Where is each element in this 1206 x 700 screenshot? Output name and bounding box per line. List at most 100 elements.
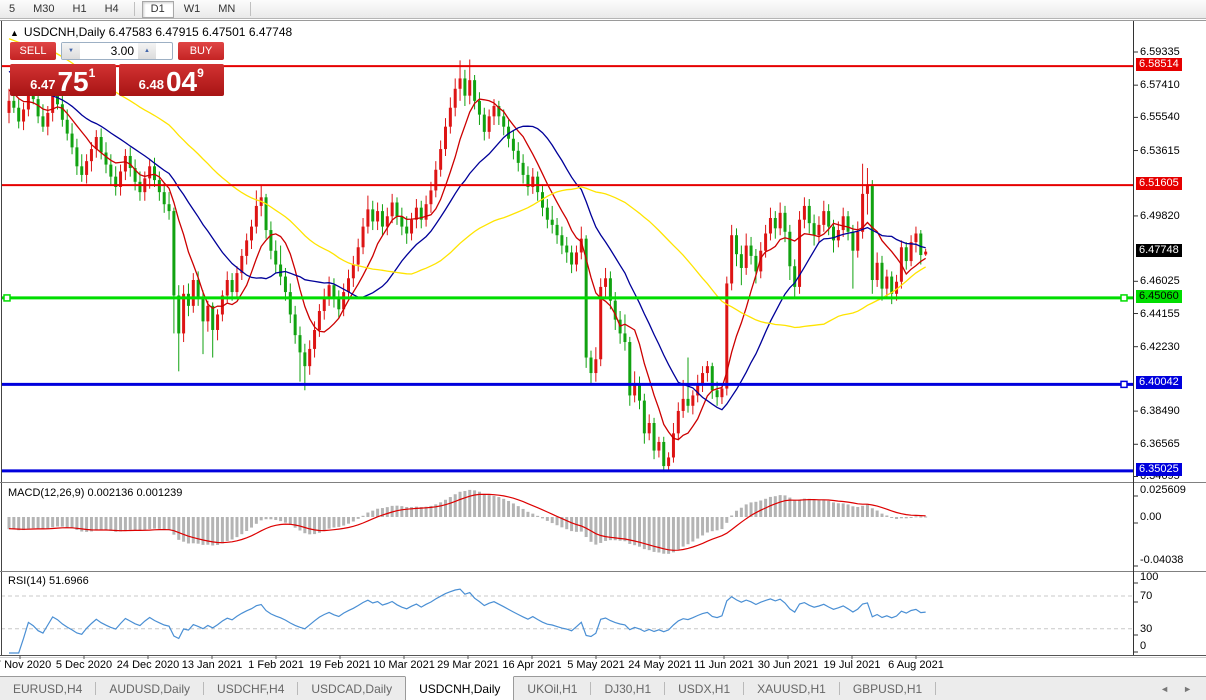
candle-body [172,211,175,295]
macd-histogram-bar [551,517,554,523]
candle-body [105,153,108,165]
candle-body [269,230,272,251]
volume-decrease-button[interactable]: ▼ [62,43,80,59]
macd-histogram-bar [541,517,544,518]
candle-body [847,216,850,232]
sell-button[interactable]: SELL [10,42,56,60]
tab-ukoil-h1[interactable]: UKOil,H1 [514,677,590,700]
tab-scroll-left-icon[interactable]: ◄ [1160,684,1169,694]
buy-button[interactable]: BUY [178,42,224,60]
macd-histogram-bar [255,517,258,524]
macd-histogram-bar [66,517,69,527]
candle-body [231,280,234,292]
macd-histogram-bar [871,508,874,517]
macd-histogram-bar [235,517,238,537]
tab-scroll-right-icon[interactable]: ► [1183,684,1192,694]
candle-body [12,101,15,108]
macd-histogram-bar [37,517,40,528]
volume-increase-button[interactable]: ▲ [138,43,156,59]
volume-input[interactable] [80,43,138,59]
macd-histogram-bar [357,517,360,519]
macd-histogram-bar [22,517,25,530]
macd-histogram-bar [619,517,622,541]
macd-signal-value: 0.001239 [136,487,182,499]
candle-body [124,156,127,172]
candle-body [493,106,496,116]
date-tick-label: 19 Feb 2021 [309,659,371,671]
macd-histogram-bar [134,517,137,530]
candle-body [813,223,816,235]
macd-histogram-bar [716,517,719,530]
macd-histogram-bar [813,500,816,517]
candle-body [628,342,631,395]
candle-body [653,423,656,451]
date-tick-label: 16 Apr 2021 [502,659,561,671]
tab-gbpusd-h1[interactable]: GBPUSD,H1 [840,677,935,700]
macd-axis-label: -0.04038 [1140,554,1183,566]
candle-body [17,108,20,122]
ohlc-low: 6.47501 [202,25,245,39]
tab-audusd-daily[interactable]: AUDUSD,Daily [96,677,203,700]
candle-body [153,166,156,180]
macd-histogram-bar [687,517,690,544]
macd-histogram-bar [17,517,20,530]
candlestick-chart[interactable] [0,0,1206,700]
tab-usdcnh-daily[interactable]: USDCNH,Daily [405,676,514,700]
rsi-axis-label: 100 [1140,571,1158,583]
price-tick-label: 6.57410 [1140,79,1180,91]
macd-histogram-bar [158,517,161,529]
macd-histogram-bar [168,517,171,530]
macd-histogram-bar [51,517,54,527]
candle-body [643,401,646,434]
macd-main-value: 0.002136 [87,487,133,499]
macd-histogram-bar [323,517,326,531]
candle-body [565,246,568,253]
candle-body [211,306,214,330]
macd-histogram-bar [590,517,593,542]
macd-histogram-bar [546,517,549,521]
macd-histogram-bar [905,517,908,518]
candle-body [677,411,680,433]
date-tick-label: 24 Dec 2020 [117,659,179,671]
candle-body [604,278,607,287]
macd-histogram-bar [163,517,166,529]
macd-histogram-bar [347,517,350,524]
tab-usdchf-h4[interactable]: USDCHF,H4 [204,677,297,700]
tab-usdcad-daily[interactable]: USDCAD,Daily [298,677,405,700]
candle-body [788,232,791,266]
sell-price-box[interactable]: 6.47751 [10,64,116,96]
candle-body [202,297,205,321]
candle-body [376,211,379,221]
macd-histogram-bar [400,506,403,517]
candle-body [439,149,442,170]
tab-eurusd-h4[interactable]: EURUSD,H4 [0,677,95,700]
candle-body [817,225,820,235]
macd-histogram-bar [478,492,481,517]
macd-histogram-bar [138,517,141,531]
candle-body [85,161,88,175]
macd-indicator-label: MACD(12,26,9) 0.002136 0.001239 [8,487,182,499]
buy-price-box[interactable]: 6.48049 [119,64,225,96]
macd-histogram-bar [522,509,525,517]
candle-body [876,263,879,280]
macd-histogram-bar [856,507,859,517]
price-tick-label: 6.42230 [1140,341,1180,353]
candle-body [396,202,399,216]
date-tick-label: 5 Dec 2020 [56,659,112,671]
price-tick-label: 6.38490 [1140,405,1180,417]
macd-histogram-bar [119,517,122,531]
tab-dj30-h1[interactable]: DJ30,H1 [591,677,664,700]
price-tick-label: 6.49820 [1140,210,1180,222]
date-tick-label: 30 Jun 2021 [758,659,819,671]
candle-body [46,113,49,127]
candle-body [337,299,340,309]
tab-xauusd-h1[interactable]: XAUUSD,H1 [744,677,839,700]
candle-body [750,246,753,256]
candle-body [37,99,40,116]
macd-histogram-bar [386,507,389,517]
price-tick-label: 6.59335 [1140,46,1180,58]
candle-body [352,265,355,279]
tab-usdx-h1[interactable]: USDX,H1 [665,677,743,700]
macd-histogram-bar [754,502,757,517]
price-tick-label: 6.53615 [1140,145,1180,157]
